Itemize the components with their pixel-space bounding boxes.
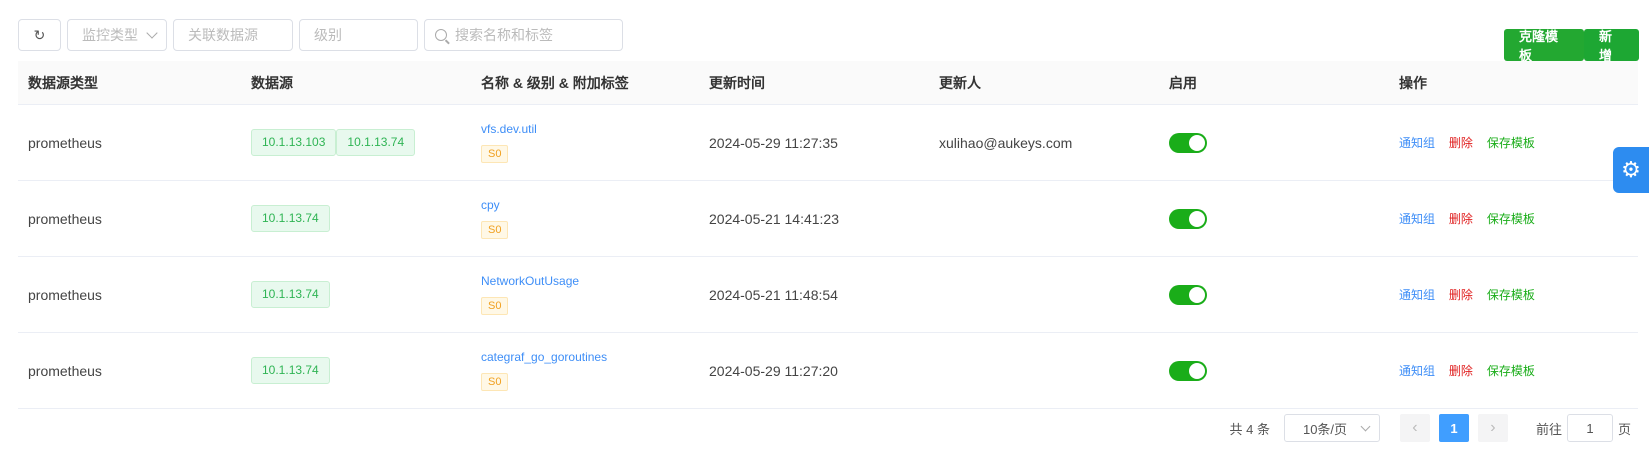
cell-ops: 通知组 删除 保存模板: [1399, 286, 1629, 303]
table-header: 数据源类型 数据源 名称 & 级别 & 附加标签 更新时间 更新人 启用 操作: [18, 61, 1638, 105]
table-row: prometheus 10.1.13.103 10.1.13.74 vfs.dev…: [18, 105, 1638, 181]
cell-updated-at: 2024-05-21 11:48:54: [709, 286, 838, 303]
level-tag: S0: [481, 145, 509, 163]
cell-enabled: [1169, 132, 1399, 153]
cell-name: categraf_go_goroutines S0: [481, 350, 709, 391]
search-placeholder: 搜索名称和标签: [455, 27, 553, 43]
rule-name-link[interactable]: cpy: [481, 198, 709, 212]
datasource-input[interactable]: 关联数据源: [173, 19, 293, 51]
rule-name-link[interactable]: categraf_go_goroutines: [481, 350, 709, 364]
save-template-link[interactable]: 保存模板: [1487, 212, 1535, 226]
monitor-type-placeholder: 监控类型: [82, 27, 138, 43]
page-number-current[interactable]: 1: [1438, 414, 1469, 442]
table-row: prometheus 10.1.13.74 NetworkOutUsage S0…: [18, 257, 1638, 333]
level-tag: S0: [481, 221, 509, 239]
goto-suffix: 页: [1617, 421, 1631, 437]
enabled-toggle[interactable]: [1169, 284, 1207, 305]
cell-datasources: 10.1.13.74: [251, 205, 481, 232]
delete-link[interactable]: 删除: [1449, 364, 1473, 378]
level-tag: S0: [481, 373, 509, 391]
enabled-toggle[interactable]: [1169, 132, 1207, 153]
cell-name: cpy S0: [481, 198, 709, 239]
datasource-tag: 10.1.13.74: [251, 357, 330, 384]
search-icon: [435, 29, 447, 41]
gear-icon: ⚙: [1621, 157, 1641, 182]
pagination: 共 4 条 10条/页 ‹ 1 › 前往 1 页: [1229, 414, 1631, 442]
cell-enabled: [1169, 284, 1399, 305]
header-datasource: 数据源: [251, 74, 293, 91]
cell-name: NetworkOutUsage S0: [481, 274, 709, 315]
cell-ops: 通知组 删除 保存模板: [1399, 134, 1629, 151]
header-datasource-type: 数据源类型: [28, 74, 98, 91]
cell-type: prometheus: [28, 134, 102, 151]
level-placeholder: 级别: [314, 27, 342, 43]
level-tag: S0: [481, 297, 509, 315]
monitor-type-select[interactable]: 监控类型: [67, 19, 167, 51]
table-row: prometheus 10.1.13.74 cpy S0 2024-05-21 …: [18, 181, 1638, 257]
level-input[interactable]: 级别: [299, 19, 418, 51]
cell-type: prometheus: [28, 362, 102, 379]
header-updated-by: 更新人: [939, 74, 981, 91]
refresh-icon: ↻: [33, 26, 46, 43]
cell-enabled: [1169, 360, 1399, 381]
cell-datasources: 10.1.13.74: [251, 281, 481, 308]
cell-ops: 通知组 删除 保存模板: [1399, 362, 1629, 379]
cell-datasources: 10.1.13.74: [251, 357, 481, 384]
save-template-link[interactable]: 保存模板: [1487, 136, 1535, 150]
cell-datasources: 10.1.13.103 10.1.13.74: [251, 129, 481, 156]
notify-group-link[interactable]: 通知组: [1399, 288, 1435, 302]
delete-link[interactable]: 删除: [1449, 212, 1473, 226]
refresh-button[interactable]: ↻: [18, 19, 61, 51]
goto-prefix: 前往: [1535, 421, 1562, 437]
cell-name: vfs.dev.util S0: [481, 122, 709, 163]
cell-type: prometheus: [28, 286, 102, 303]
header-enabled: 启用: [1169, 74, 1197, 91]
pagination-total: 共 4 条: [1229, 421, 1270, 437]
rule-name-link[interactable]: NetworkOutUsage: [481, 274, 709, 288]
notify-group-link[interactable]: 通知组: [1399, 364, 1435, 378]
settings-gear-button[interactable]: ⚙: [1613, 147, 1649, 193]
cell-updated-at: 2024-05-29 11:27:35: [709, 134, 838, 151]
cell-ops: 通知组 删除 保存模板: [1399, 210, 1629, 227]
cell-type: prometheus: [28, 210, 102, 227]
next-page-button[interactable]: ›: [1477, 414, 1508, 442]
datasource-tag: 10.1.13.74: [251, 205, 330, 232]
cell-updated-at: 2024-05-29 11:27:20: [709, 362, 838, 379]
datasource-tag: 10.1.13.74: [251, 281, 330, 308]
rules-table: 数据源类型 数据源 名称 & 级别 & 附加标签 更新时间 更新人 启用 操作 …: [18, 61, 1638, 409]
save-template-link[interactable]: 保存模板: [1487, 364, 1535, 378]
prev-page-button[interactable]: ‹: [1399, 414, 1430, 442]
delete-link[interactable]: 删除: [1449, 288, 1473, 302]
chevron-right-icon: ›: [1490, 419, 1496, 436]
enabled-toggle[interactable]: [1169, 360, 1207, 381]
page-size-value: 10条/页: [1302, 421, 1348, 437]
save-template-link[interactable]: 保存模板: [1487, 288, 1535, 302]
rule-name-link[interactable]: vfs.dev.util: [481, 122, 709, 136]
goto-page-input[interactable]: 1: [1566, 414, 1613, 442]
datasource-tag: 10.1.13.103: [251, 129, 337, 156]
enabled-toggle[interactable]: [1169, 208, 1207, 229]
top-actions: 克隆模板 新增: [1504, 29, 1639, 63]
cell-updated-by: xulihao@aukeys.com: [939, 134, 1073, 151]
header-operations: 操作: [1399, 74, 1427, 91]
notify-group-link[interactable]: 通知组: [1399, 136, 1435, 150]
datasource-placeholder: 关联数据源: [188, 27, 258, 43]
chevron-left-icon: ‹: [1412, 419, 1418, 436]
cell-updated-at: 2024-05-21 14:41:23: [709, 210, 839, 227]
delete-link[interactable]: 删除: [1449, 136, 1473, 150]
filter-toolbar: ↻ 监控类型 关联数据源 级别 搜索名称和标签: [18, 19, 623, 51]
chevron-down-icon: [1360, 421, 1371, 432]
chevron-down-icon: [146, 27, 158, 39]
cell-enabled: [1169, 208, 1399, 229]
header-updated-at: 更新时间: [709, 74, 765, 91]
page-size-select[interactable]: 10条/页: [1283, 414, 1380, 442]
add-button[interactable]: 新增: [1584, 29, 1639, 63]
clone-template-button[interactable]: 克隆模板: [1504, 29, 1584, 63]
table-row: prometheus 10.1.13.74 categraf_go_gorout…: [18, 333, 1638, 409]
notify-group-link[interactable]: 通知组: [1399, 212, 1435, 226]
header-name-level-tags: 名称 & 级别 & 附加标签: [481, 74, 629, 91]
datasource-tag: 10.1.13.74: [336, 129, 416, 156]
search-input[interactable]: 搜索名称和标签: [424, 19, 623, 51]
